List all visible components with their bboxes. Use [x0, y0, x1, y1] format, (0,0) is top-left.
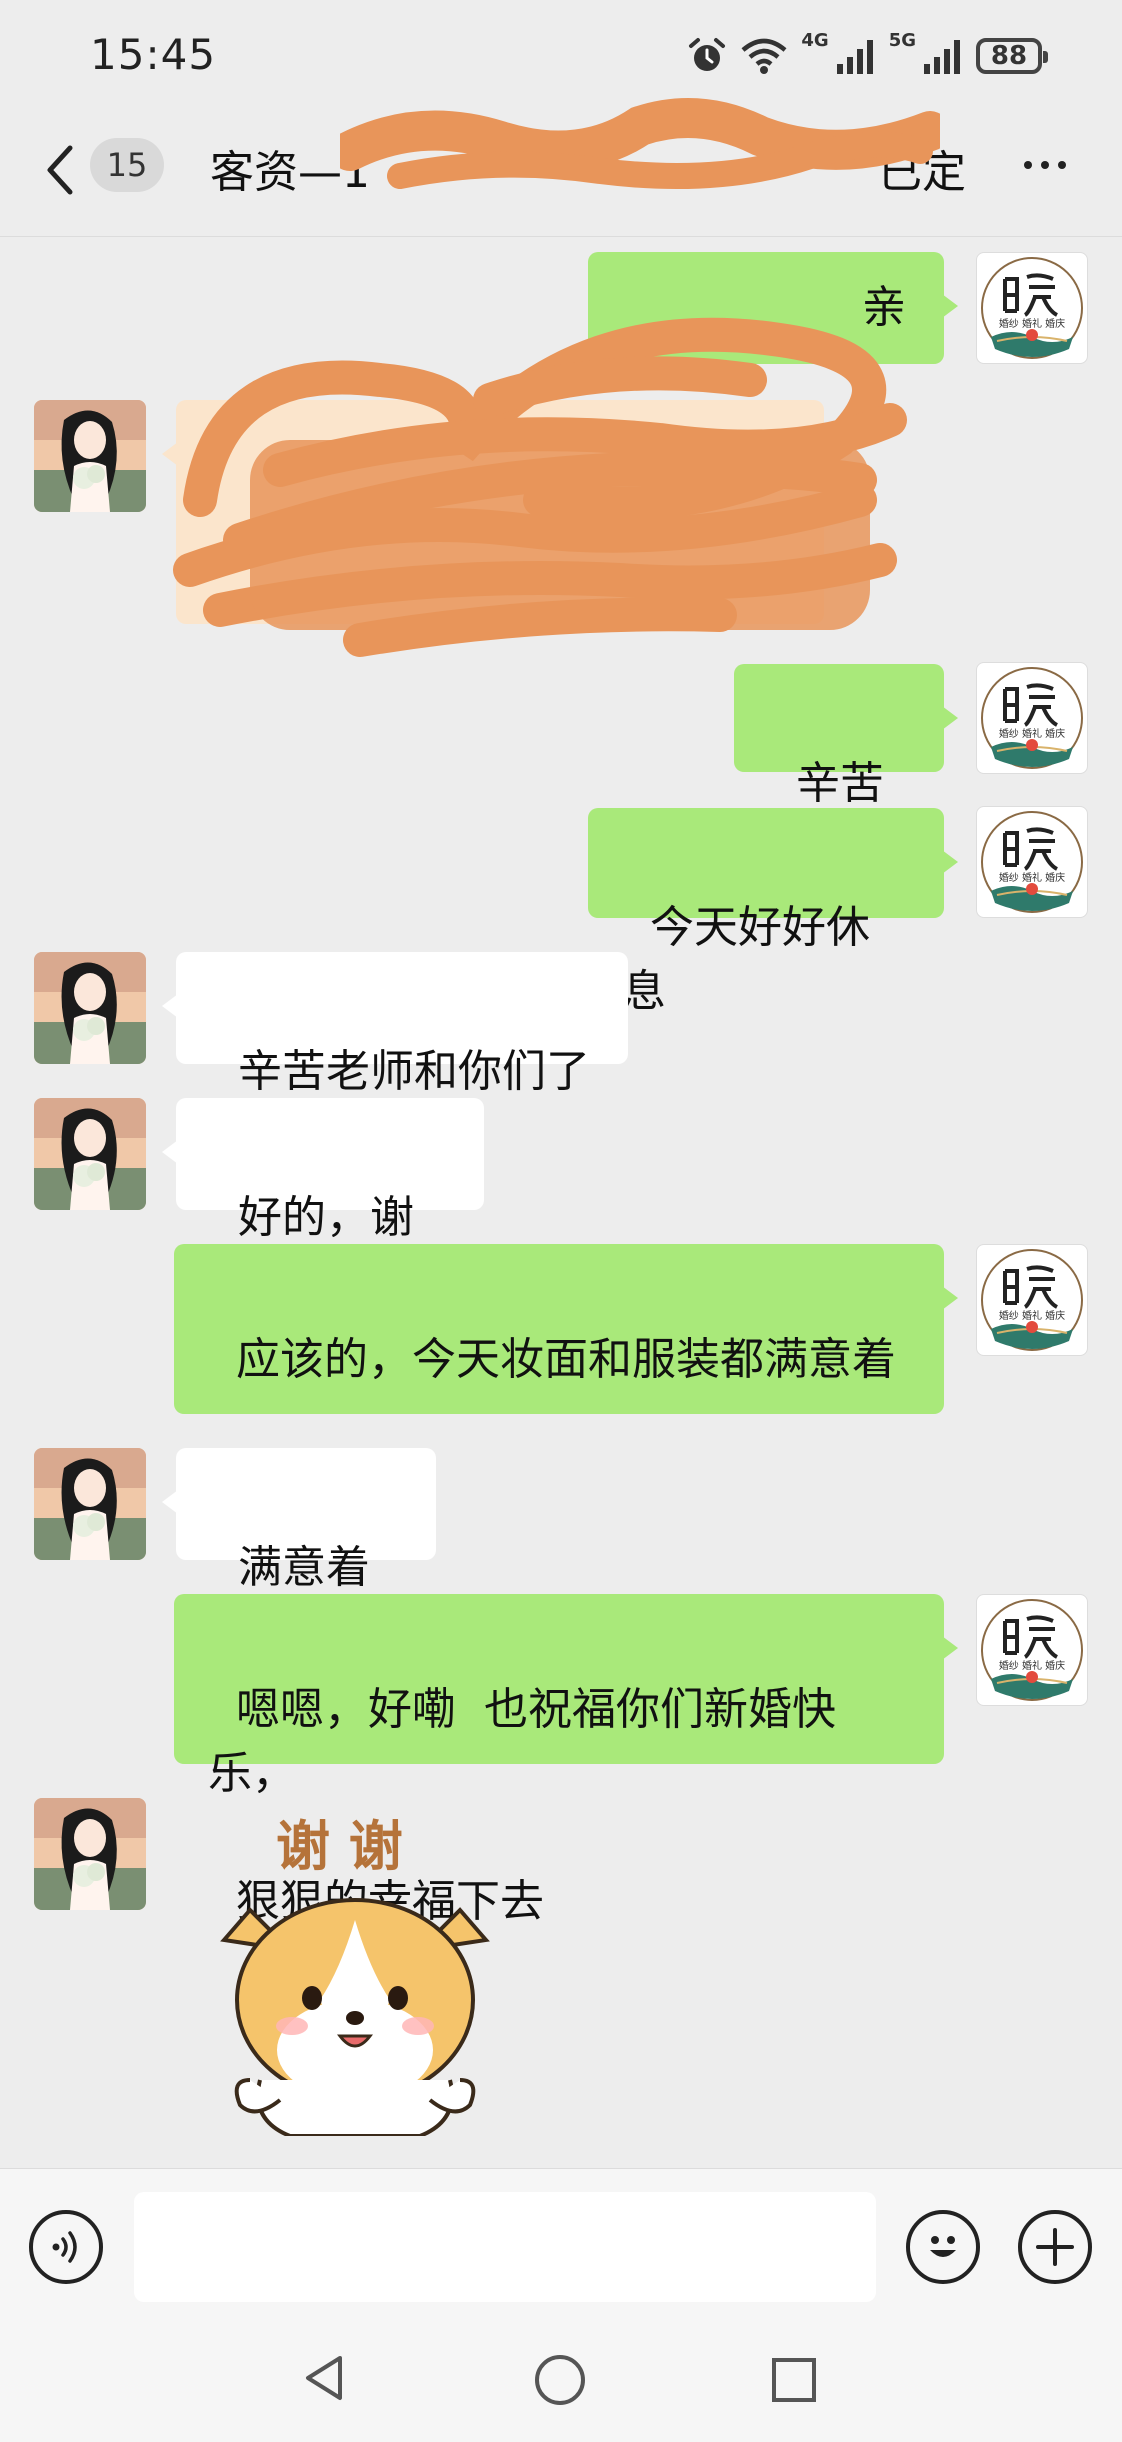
- message-bubble-incoming[interactable]: 辛苦老师和你们了: [162, 952, 628, 1097]
- avatar-self[interactable]: 婚纱 婚礼 婚庆: [976, 1594, 1088, 1706]
- sticker-thanks-dog[interactable]: 谢 谢: [210, 1800, 500, 2140]
- system-home-icon[interactable]: [532, 2352, 588, 2408]
- signal-5g-icon: [924, 40, 960, 74]
- message-redaction-scribble: [173, 317, 907, 657]
- svg-text:婚纱 婚礼 婚庆: 婚纱 婚礼 婚庆: [999, 1659, 1065, 1672]
- status-bar: 15:45 4G 5G 88: [0, 0, 1122, 110]
- system-back-icon[interactable]: [300, 2352, 352, 2404]
- svg-text:婚纱 婚礼 婚庆: 婚纱 婚礼 婚庆: [999, 317, 1065, 330]
- unread-count-badge[interactable]: 15: [90, 138, 164, 192]
- avatar-contact[interactable]: [34, 1098, 146, 1210]
- network-4g-label: 4G: [801, 30, 829, 51]
- message-bubble-outgoing[interactable]: 辛苦啦: [734, 664, 958, 873]
- message-text: 今天好好休息: [622, 902, 870, 1017]
- sticker-caption: 谢 谢: [276, 1815, 403, 1878]
- system-navigation-bar: [0, 2308, 1122, 2442]
- svg-text:婚纱 婚礼 婚庆: 婚纱 婚礼 婚庆: [999, 1309, 1065, 1322]
- message-bubble-outgoing[interactable]: 应该的，今天妆面和服装都满意着 没: [174, 1244, 958, 1699]
- title-redaction-scribble: [340, 98, 940, 189]
- brand-logo-icon: 婚纱 婚礼 婚庆: [981, 811, 1083, 913]
- message-text: 辛苦老师和你们了: [237, 1046, 590, 1097]
- chevron-left-icon: [47, 145, 73, 195]
- more-button[interactable]: [1000, 140, 1090, 190]
- brand-logo-icon: 婚纱 婚礼 婚庆: [981, 1599, 1083, 1701]
- svg-text:婚纱 婚礼 婚庆: 婚纱 婚礼 婚庆: [999, 871, 1065, 884]
- avatar-contact[interactable]: [34, 1798, 146, 1910]
- message-input[interactable]: [134, 2192, 876, 2302]
- battery-level: 88: [990, 41, 1028, 71]
- brand-logo-icon: 婚纱 婚礼 婚庆: [981, 667, 1083, 769]
- message-bubble-incoming[interactable]: 满意着呢: [162, 1448, 436, 1657]
- alarm-icon: [689, 38, 726, 71]
- more-actions-button[interactable]: [1018, 2210, 1092, 2284]
- svg-text:婚纱 婚礼 婚庆: 婚纱 婚礼 婚庆: [999, 727, 1065, 740]
- message-text: 应该的，今天妆面和服装都满意着: [235, 1334, 896, 1385]
- wifi-icon: [741, 38, 787, 74]
- plus-icon: [1036, 2228, 1074, 2266]
- message-bubble-outgoing[interactable]: 嗯嗯，好嘞 也祝福你们新婚快乐， 狠狠的幸福下去: [174, 1594, 958, 1927]
- status-time: 15:45: [90, 30, 217, 79]
- avatar-contact[interactable]: [34, 400, 146, 512]
- emoji-icon: [930, 2236, 956, 2257]
- message-bubble-outgoing[interactable]: 今天好好休息: [588, 808, 958, 1017]
- avatar-self[interactable]: 婚纱 婚礼 婚庆: [976, 252, 1088, 364]
- avatar-self[interactable]: 婚纱 婚礼 婚庆: [976, 1244, 1088, 1356]
- avatar-self[interactable]: 婚纱 婚礼 婚庆: [976, 806, 1088, 918]
- system-recents-icon[interactable]: [768, 2354, 820, 2406]
- voice-icon: [52, 2231, 77, 2263]
- voice-button[interactable]: [29, 2210, 103, 2284]
- status-icons: 4G 5G 88: [687, 30, 1048, 82]
- emoji-button[interactable]: [906, 2210, 980, 2284]
- message-text: 嗯嗯，好嘞 也祝福你们新婚快乐，: [208, 1684, 836, 1799]
- contact-avatar-illustration: [34, 1098, 146, 1210]
- back-button[interactable]: [40, 140, 80, 200]
- contact-avatar-illustration: [34, 1448, 146, 1560]
- contact-avatar-illustration: [34, 400, 146, 512]
- corgi-sticker-icon: [220, 1898, 490, 2136]
- battery-indicator: 88: [976, 38, 1048, 74]
- avatar-self[interactable]: 婚纱 婚礼 婚庆: [976, 662, 1088, 774]
- contact-avatar-illustration: [34, 952, 146, 1064]
- brand-logo-icon: 婚纱 婚礼 婚庆: [981, 257, 1083, 359]
- signal-4g-icon: [836, 40, 873, 74]
- message-bubble-incoming[interactable]: 好的，谢谢: [162, 1098, 484, 1307]
- network-5g-label: 5G: [888, 30, 916, 51]
- avatar-contact[interactable]: [34, 952, 146, 1064]
- contact-avatar-illustration: [34, 1798, 146, 1910]
- brand-logo-icon: 婚纱 婚礼 婚庆: [981, 1249, 1083, 1351]
- avatar-contact[interactable]: [34, 1448, 146, 1560]
